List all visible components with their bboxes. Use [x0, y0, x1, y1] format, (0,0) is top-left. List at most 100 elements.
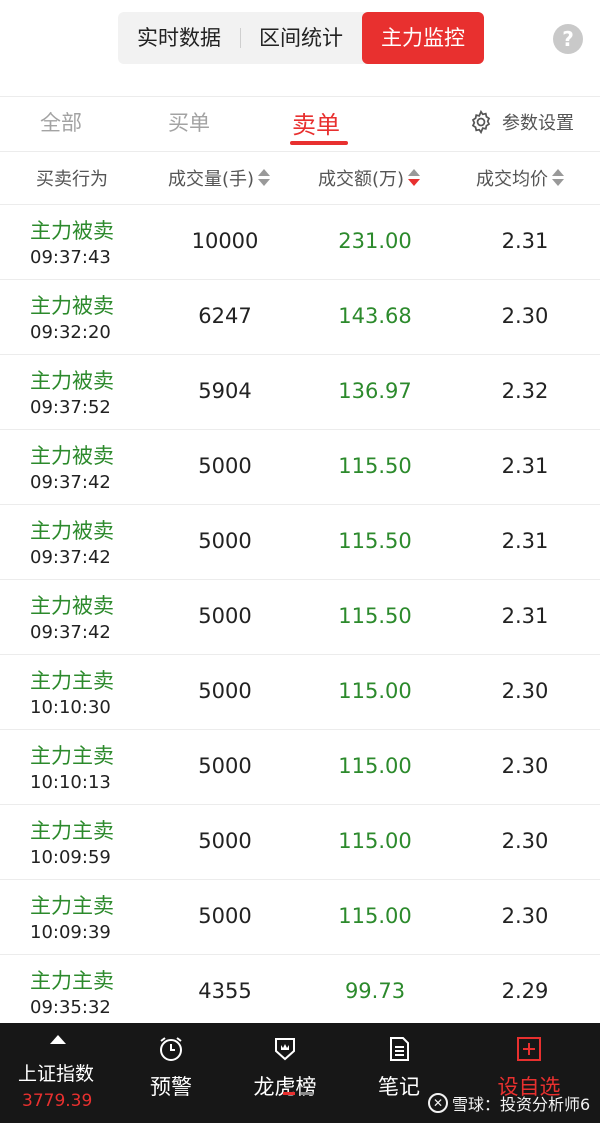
trade-volume: 4355 — [198, 979, 252, 1003]
tab-interval-stats[interactable]: 区间统计 — [240, 12, 362, 64]
trade-action: 主力主卖 — [30, 669, 114, 693]
trade-amount: 115.50 — [338, 454, 412, 478]
trade-avg-price: 2.32 — [501, 379, 549, 403]
trade-time: 10:10:30 — [30, 697, 111, 718]
trade-time: 09:37:42 — [30, 622, 111, 643]
table-row[interactable]: 主力主卖 10:10:13 5000 115.00 2.30 — [0, 730, 600, 805]
trade-avg-price: 2.30 — [501, 754, 549, 778]
trade-volume: 5000 — [198, 679, 252, 703]
page-indicator — [301, 1092, 313, 1095]
trade-amount: 136.97 — [338, 379, 412, 403]
trade-amount: 115.50 — [338, 604, 412, 628]
alarm-clock-icon — [160, 1037, 182, 1061]
trade-volume: 5000 — [198, 604, 252, 628]
table-row[interactable]: 主力被卖 09:37:52 5904 136.97 2.32 — [0, 355, 600, 430]
table-row[interactable]: 主力被卖 09:37:43 10000 231.00 2.31 — [0, 205, 600, 280]
table-header: 买卖行为 成交量(手) 成交额(万) 成交均价 — [0, 152, 600, 204]
trade-volume: 5904 — [198, 379, 252, 403]
trade-avg-price: 2.29 — [501, 979, 549, 1003]
trade-list: 主力被卖 09:37:43 10000 231.00 2.31 主力被卖 09:32:20 6… — [0, 205, 600, 1030]
table-row[interactable]: 主力主卖 09:35:32 4355 99.73 2.29 — [0, 955, 600, 1030]
sort-desc-active-icon — [408, 167, 421, 189]
tab-realtime-data[interactable]: 实时数据 — [118, 12, 240, 64]
note-icon — [390, 1037, 409, 1061]
trade-time: 09:37:52 — [30, 397, 111, 418]
trade-amount: 115.00 — [338, 904, 412, 928]
help-icon[interactable]: ? — [553, 24, 583, 54]
column-label: 成交均价 — [476, 169, 548, 190]
trade-action: 主力被卖 — [30, 594, 114, 618]
trade-volume: 5000 — [198, 904, 252, 928]
column-header-action: 买卖行为 — [36, 165, 108, 191]
trade-time: 09:37:43 — [30, 247, 111, 268]
sort-icon — [552, 167, 564, 189]
trade-volume: 5000 — [198, 754, 252, 778]
trade-volume: 10000 — [191, 229, 259, 253]
trade-time: 10:09:39 — [30, 922, 111, 943]
plus-square-icon — [517, 1037, 541, 1061]
trade-action: 主力被卖 — [30, 444, 114, 468]
tab-main-force-monitor[interactable]: 主力监控 — [362, 12, 484, 64]
crown-shield-icon — [275, 1038, 295, 1061]
subtab-buy[interactable]: 买单 — [168, 107, 210, 137]
subtab-all[interactable]: 全部 — [40, 107, 82, 137]
column-header-volume[interactable]: 成交量(手) — [168, 165, 271, 191]
active-tab-underline — [290, 141, 348, 145]
gear-icon — [471, 109, 491, 135]
trade-avg-price: 2.30 — [501, 904, 549, 928]
subtab-sell[interactable]: 卖单 — [292, 105, 340, 140]
trade-time: 10:09:59 — [30, 847, 111, 868]
sort-icon — [258, 167, 271, 189]
trade-amount: 115.00 — [338, 829, 412, 853]
trade-action: 主力主卖 — [30, 744, 114, 768]
table-row[interactable]: 主力被卖 09:37:42 5000 115.50 2.31 — [0, 505, 600, 580]
trade-action: 主力主卖 — [30, 819, 114, 843]
trade-time: 09:37:42 — [30, 547, 111, 568]
table-row[interactable]: 主力主卖 10:09:39 5000 115.00 2.30 — [0, 880, 600, 955]
watermark-text: 雪球：投资分析师6 — [452, 1095, 591, 1114]
trade-volume: 6247 — [198, 304, 252, 328]
column-label: 成交额(万) — [318, 169, 405, 190]
column-header-amount[interactable]: 成交额(万) — [318, 165, 421, 191]
table-row[interactable]: 主力主卖 10:10:30 5000 115.00 2.30 — [0, 655, 600, 730]
column-label: 成交量(手) — [168, 169, 255, 190]
trade-avg-price: 2.31 — [501, 454, 549, 478]
trade-volume: 5000 — [198, 529, 252, 553]
index-value: 3779.39 — [22, 1091, 93, 1111]
nav-label: 龙虎榜 — [253, 1075, 317, 1099]
trade-amount: 143.68 — [338, 304, 412, 328]
nav-alert[interactable]: 预警 — [126, 1035, 216, 1101]
trade-avg-price: 2.31 — [501, 529, 549, 553]
trade-action: 主力主卖 — [30, 969, 114, 993]
column-label: 买卖行为 — [36, 169, 108, 190]
trade-action: 主力被卖 — [30, 369, 114, 393]
trade-amount: 115.00 — [338, 679, 412, 703]
table-row[interactable]: 主力被卖 09:37:42 5000 115.50 2.31 — [0, 580, 600, 655]
index-name: 上证指数 — [18, 1063, 95, 1085]
trade-time: 09:32:20 — [30, 322, 111, 343]
table-row[interactable]: 主力被卖 09:37:42 5000 115.50 2.31 — [0, 430, 600, 505]
top-bar: 实时数据 区间统计 主力监控 ? — [0, 0, 600, 96]
trade-amount: 115.50 — [338, 529, 412, 553]
segmented-control: 实时数据 区间统计 主力监控 — [118, 12, 484, 64]
watermark: ✕ 雪球：投资分析师6 — [428, 1091, 590, 1115]
trade-avg-price: 2.30 — [501, 304, 549, 328]
trade-avg-price: 2.30 — [501, 829, 549, 853]
expand-up-icon — [50, 1035, 66, 1044]
trade-avg-price: 2.31 — [501, 229, 549, 253]
column-header-avg-price[interactable]: 成交均价 — [476, 165, 564, 191]
trade-action: 主力主卖 — [30, 894, 114, 918]
trade-amount: 99.73 — [344, 979, 406, 1003]
settings-label: 参数设置 — [502, 113, 574, 134]
trade-volume: 5000 — [198, 454, 252, 478]
trade-amount: 231.00 — [338, 229, 412, 253]
table-row[interactable]: 主力主卖 10:09:59 5000 115.00 2.30 — [0, 805, 600, 880]
trade-action: 主力被卖 — [30, 294, 114, 318]
table-row[interactable]: 主力被卖 09:32:20 6247 143.68 2.30 — [0, 280, 600, 355]
trade-volume: 5000 — [198, 829, 252, 853]
trade-time: 09:35:32 — [30, 997, 111, 1018]
trade-avg-price: 2.31 — [501, 604, 549, 628]
snowball-logo-icon: ✕ — [428, 1093, 448, 1113]
settings-button[interactable]: 参数设置 — [468, 107, 574, 137]
page-indicator-active — [283, 1092, 295, 1095]
